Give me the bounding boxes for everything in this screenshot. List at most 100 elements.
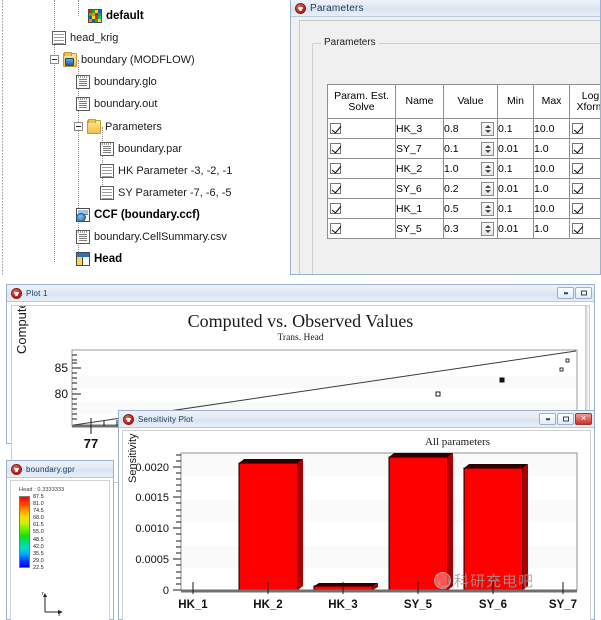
cell-max[interactable]: 1.0 [533, 138, 570, 159]
expander-parameters[interactable] [74, 122, 83, 131]
cell-name[interactable]: HK_3 [395, 118, 444, 139]
checkbox-log-xform[interactable] [572, 223, 583, 235]
checkbox-log-xform[interactable] [572, 123, 583, 135]
checkbox-solve[interactable] [330, 163, 341, 175]
checkbox-log-xform[interactable] [572, 163, 583, 175]
table-row[interactable]: SY_7 0.1 0.01 1.0 [327, 138, 600, 159]
col-header-solve: Param. Est. Solve [327, 84, 396, 119]
cell-max[interactable]: 10.0 [533, 198, 570, 219]
tree-item-boundary-out[interactable]: boundary.out [76, 94, 157, 113]
plot1-titlebar[interactable]: Plot 1 [7, 285, 594, 302]
cell-value[interactable]: 0.2 [443, 178, 498, 199]
sensitivity-titlebar[interactable]: Sensitivity Plot ✕ [119, 411, 594, 428]
tree-item-boundary-modflow[interactable]: boundary (MODFLOW) [63, 50, 195, 69]
cell-solve-checkbox[interactable] [327, 138, 396, 159]
cell-min[interactable]: 0.01 [497, 138, 534, 159]
cell-max[interactable]: 10.0 [533, 118, 570, 139]
tree-item-head[interactable]: Head [76, 249, 122, 268]
expander-boundary[interactable] [50, 55, 59, 64]
y-tick-85: 85 [55, 361, 69, 375]
cell-value[interactable]: 0.1 [443, 138, 498, 159]
project-explorer-tree[interactable]: default head_krig boundary (MODFLOW) bou… [0, 0, 275, 275]
spinner-value[interactable] [481, 142, 494, 156]
checkbox-solve[interactable] [330, 223, 341, 235]
cell-min[interactable]: 0.1 [497, 118, 534, 139]
cell-log-checkbox[interactable] [569, 138, 600, 159]
cell-solve-checkbox[interactable] [327, 178, 396, 199]
checkbox-solve[interactable] [330, 203, 341, 215]
tree-item-boundary-glo[interactable]: boundary.glo [76, 72, 157, 91]
checkbox-solve[interactable] [330, 183, 341, 195]
tree-item-ccf[interactable]: CCF (boundary.ccf) [76, 205, 200, 224]
parameters-dialog[interactable]: Parameters Parameters Param. Est. Solve … [290, 0, 601, 275]
bar-hk3 [313, 583, 378, 591]
cell-log-checkbox[interactable] [569, 118, 600, 139]
tree-item-boundary-par[interactable]: boundary.par [100, 139, 182, 158]
parameters-dialog-body: Parameters Param. Est. Solve Name Value … [299, 20, 600, 274]
table-row[interactable]: HK_1 0.5 0.1 10.0 [327, 198, 600, 219]
gpr-titlebar[interactable]: boundary.gpr [7, 461, 113, 478]
cell-solve-checkbox[interactable] [327, 118, 396, 139]
cell-min[interactable]: 0.01 [497, 178, 534, 199]
tree-item-sy-parameter[interactable]: SY Parameter -7, -6, -5 [100, 183, 232, 202]
cell-name[interactable]: SY_7 [395, 138, 444, 159]
cell-max[interactable]: 1.0 [533, 178, 570, 199]
cell-solve-checkbox[interactable] [327, 158, 396, 179]
close-button[interactable]: ✕ [575, 413, 592, 425]
cell-name[interactable]: SY_5 [395, 218, 444, 239]
cell-solve-checkbox[interactable] [327, 218, 396, 239]
cell-value[interactable]: 0.5 [443, 198, 498, 219]
cell-solve-checkbox[interactable] [327, 198, 396, 219]
document-icon [76, 96, 90, 111]
tree-item-default[interactable]: default [88, 6, 144, 25]
cell-min[interactable]: 0.1 [497, 158, 534, 179]
gpr-body: Head : 0.3333333 87.5 81.0 74.5 68.0 61.… [10, 480, 110, 620]
minimize-button[interactable] [539, 413, 556, 425]
table-row[interactable]: HK_2 1.0 0.1 10.0 [327, 158, 600, 179]
spinner-value[interactable] [481, 202, 494, 216]
minimize-button[interactable] [557, 287, 574, 299]
cell-min[interactable]: 0.01 [497, 218, 534, 239]
table-row[interactable]: HK_3 0.8 0.1 10.0 [327, 118, 600, 139]
cell-log-checkbox[interactable] [569, 198, 600, 219]
tree-item-label: boundary (MODFLOW) [81, 53, 195, 66]
cell-value[interactable]: 0.3 [443, 218, 498, 239]
table-row[interactable]: SY_5 0.3 0.01 1.0 [327, 218, 600, 239]
ccf-icon [76, 207, 90, 222]
cell-value[interactable]: 1.0 [443, 158, 498, 179]
parameters-table[interactable]: Param. Est. Solve Name Value Min Max Log… [327, 84, 600, 239]
spinner-value[interactable] [481, 182, 494, 196]
parameters-dialog-titlebar[interactable]: Parameters [291, 0, 600, 17]
cell-min[interactable]: 0.1 [497, 198, 534, 219]
tree-item-parameters-folder[interactable]: Parameters [87, 117, 162, 136]
tree-item-label: boundary.par [118, 142, 183, 155]
maximize-button[interactable] [575, 287, 592, 299]
sensitivity-plot-window[interactable]: Sensitivity Plot ✕ All parameters Sensit… [118, 410, 595, 620]
spinner-value[interactable] [481, 162, 494, 176]
maximize-button[interactable] [557, 413, 574, 425]
cell-log-checkbox[interactable] [569, 178, 600, 199]
cell-max[interactable]: 1.0 [533, 218, 570, 239]
cell-name[interactable]: SY_6 [395, 178, 444, 199]
spinner-value[interactable] [481, 122, 494, 136]
app-icon [295, 2, 306, 14]
col-header-log-xform: Log Xform [569, 84, 600, 119]
cell-value[interactable]: 0.8 [443, 118, 498, 139]
document-icon [76, 74, 90, 89]
checkbox-log-xform[interactable] [572, 143, 583, 155]
spinner-value[interactable] [481, 222, 494, 236]
cell-name[interactable]: HK_1 [395, 198, 444, 219]
checkbox-log-xform[interactable] [572, 203, 583, 215]
checkbox-solve[interactable] [330, 123, 341, 135]
cell-name[interactable]: HK_2 [395, 158, 444, 179]
cell-log-checkbox[interactable] [569, 158, 600, 179]
boundary-gpr-window[interactable]: boundary.gpr Head : 0.3333333 87.5 81.0 … [6, 460, 114, 620]
tree-item-head-krig[interactable]: head_krig [52, 28, 118, 47]
cell-max[interactable]: 10.0 [533, 158, 570, 179]
checkbox-solve[interactable] [330, 143, 341, 155]
checkbox-log-xform[interactable] [572, 183, 583, 195]
tree-item-hk-parameter[interactable]: HK Parameter -3, -2, -1 [100, 161, 232, 180]
tree-item-cellsummary[interactable]: boundary.CellSummary.csv [76, 227, 227, 246]
table-row[interactable]: SY_6 0.2 0.01 1.0 [327, 178, 600, 199]
cell-log-checkbox[interactable] [569, 218, 600, 239]
